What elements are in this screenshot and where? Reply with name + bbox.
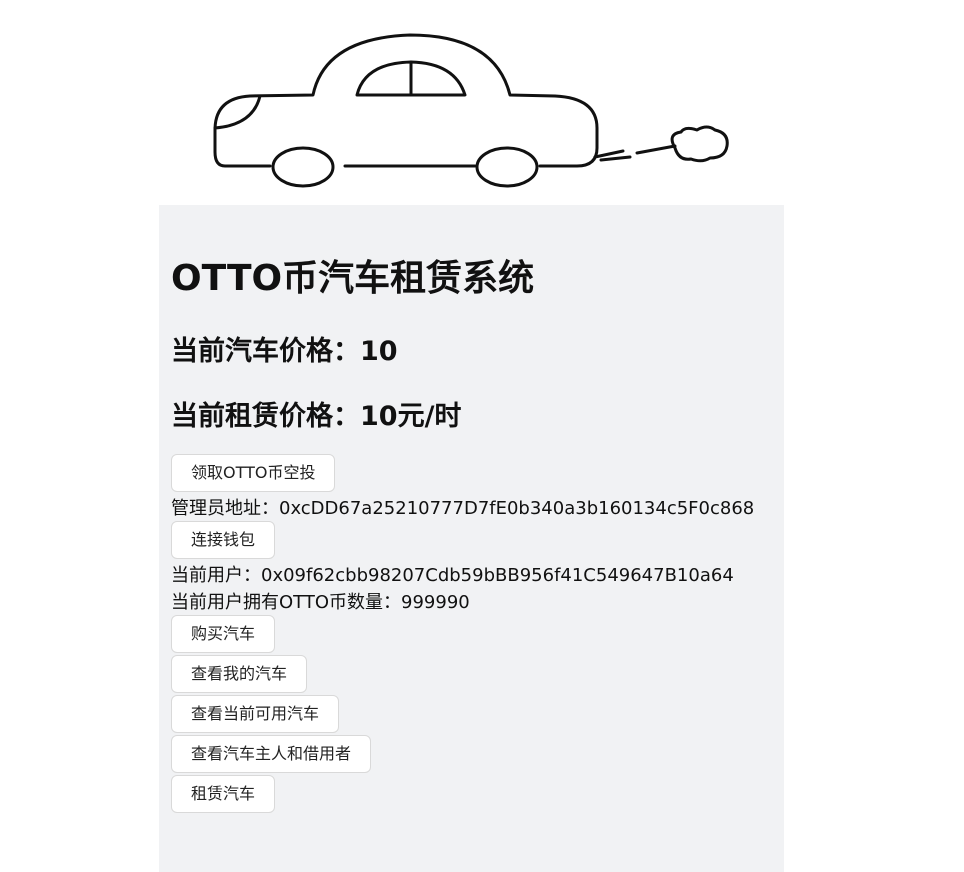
view-owner-borrower-button[interactable]: 查看汽车主人和借用者 (171, 735, 372, 773)
view-my-cars-button[interactable]: 查看我的汽车 (171, 655, 308, 693)
current-user-line: 当前用户：0x09f62cbb98207Cdb59bBB956f41C54964… (171, 565, 734, 587)
admin-address-label: 管理员地址： (171, 498, 279, 519)
car-body (213, 33, 599, 168)
view-available-cars-button[interactable]: 查看当前可用汽车 (171, 695, 340, 733)
car-price-heading: 当前汽车价格：10 (171, 329, 398, 368)
airdrop-button[interactable]: 领取OTTO币空投 (171, 454, 336, 492)
rent-price-heading: 当前租赁价格：10元/时 (171, 394, 461, 433)
main-panel: OTTO币汽车租赁系统 当前汽车价格：10 当前租赁价格：10元/时 领取OTT… (159, 205, 784, 872)
rent-car-button[interactable]: 租赁汽车 (171, 775, 276, 813)
rent-price-value: 10元/时 (360, 401, 462, 432)
current-user-address: 0x09f62cbb98207Cdb59bBB956f41C549647B10a… (261, 565, 734, 586)
current-user-label: 当前用户： (171, 565, 261, 586)
rent-price-label: 当前租赁价格： (171, 401, 360, 432)
exhaust-cloud (670, 125, 729, 163)
connect-wallet-button[interactable]: 连接钱包 (171, 521, 276, 559)
page-title: OTTO币汽车租赁系统 (171, 258, 535, 299)
rear-wheel (475, 146, 539, 188)
balance-line: 当前用户拥有OTTO币数量：999990 (171, 592, 470, 614)
car-price-value: 10 (360, 336, 398, 367)
admin-address-line: 管理员地址：0xcDD67a25210777D7fE0b340a3b160134… (171, 498, 754, 520)
car-price-label: 当前汽车价格： (171, 336, 360, 367)
car-illustration-icon (213, 33, 729, 188)
admin-address-value: 0xcDD67a25210777D7fE0b340a3b160134c5F0c8… (279, 498, 755, 519)
balance-value: 999990 (401, 592, 470, 613)
front-wheel (271, 146, 335, 188)
buy-car-button[interactable]: 购买汽车 (171, 615, 276, 653)
balance-label: 当前用户拥有OTTO币数量： (171, 592, 402, 613)
